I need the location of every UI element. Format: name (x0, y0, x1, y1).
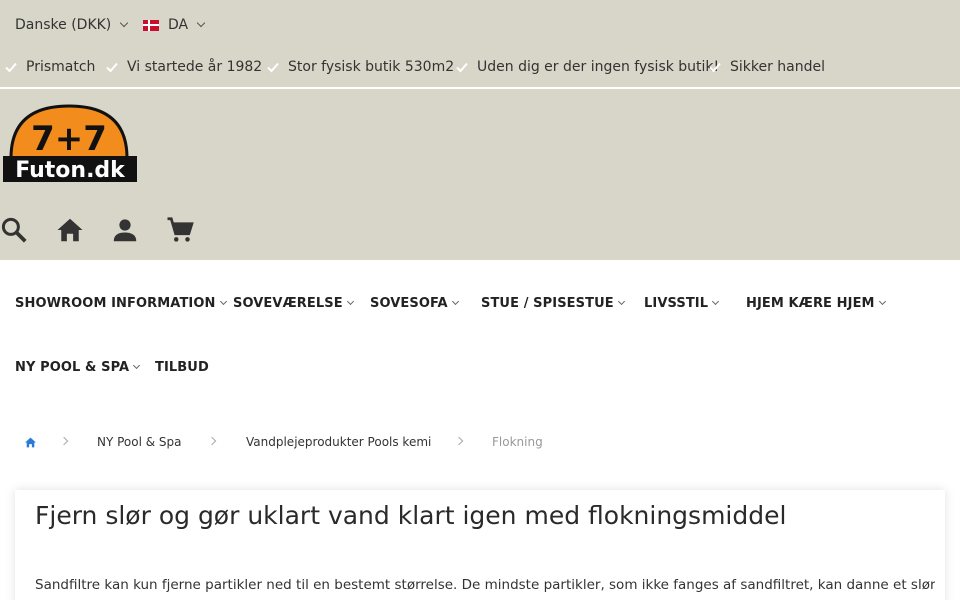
chevron-right-icon (454, 436, 464, 446)
nav-label: NY POOL & SPA (15, 359, 130, 375)
home-icon (25, 437, 36, 447)
usp-bar: Prismatch Vi startede år 1982 Stor fysis… (0, 58, 960, 76)
account-button[interactable] (108, 213, 142, 247)
nav-label: SOVEVÆRELSE (233, 295, 343, 311)
currency-label: Danske (DKK) (15, 17, 112, 33)
usp-label: Prismatch (26, 59, 96, 75)
chevron-down-icon (219, 297, 227, 306)
svg-text:7+7: 7+7 (31, 119, 107, 159)
breadcrumb-item[interactable]: NY Pool & Spa (97, 432, 182, 452)
account-icon (113, 219, 137, 242)
chevron-right-icon (207, 436, 217, 446)
chevron-right-icon (59, 436, 69, 446)
usp-label: Sikker handel (730, 59, 826, 75)
breadcrumb-current: Flokning (492, 435, 543, 449)
usp-item: Stor fysisk butik 530m2 (266, 58, 454, 76)
futon-logo-icon: 7+7 Futon.dk (3, 104, 137, 183)
nav-item-showroom-information[interactable]: SHOWROOM INFORMATION (15, 293, 227, 313)
usp-item: Prismatch (4, 58, 95, 76)
chevron-down-icon (346, 297, 354, 306)
nav-label: LIVSSTIL (644, 295, 709, 311)
nav-item-ny-pool-spa[interactable]: NY POOL & SPA (15, 357, 141, 377)
header-divider (0, 87, 960, 89)
language-label: DA (168, 17, 189, 33)
cart-icon (167, 217, 194, 242)
nav-item-sovesofa[interactable]: SOVESOFA (370, 293, 459, 313)
usp-item: Sikker handel (708, 58, 825, 76)
search-icon (1, 217, 27, 243)
chevron-down-icon (712, 297, 720, 306)
svg-text:Futon.dk: Futon.dk (15, 158, 126, 182)
top-header: Danske (DKK) DA Prismatch Vi startede år… (0, 0, 960, 260)
intro-paragraph: Sandfiltre kan kun fjerne partikler ned … (35, 577, 935, 593)
currency-selector[interactable]: Danske (DKK) (15, 16, 129, 34)
nav-label: SOVESOFA (370, 295, 448, 311)
breadcrumb-home[interactable] (24, 432, 37, 452)
nav-label: STUE / SPISESTUE (481, 295, 614, 311)
site-logo[interactable]: 7+7 Futon.dk (3, 102, 137, 183)
danish-flag-icon (143, 19, 159, 31)
chevron-down-icon (196, 18, 206, 28)
check-icon (456, 62, 468, 73)
page-title: Fjern slør og gør uklart vand klart igen… (35, 501, 787, 530)
nav-item-stue-spisestue[interactable]: STUE / SPISESTUE (481, 293, 625, 313)
check-icon (106, 62, 118, 73)
nav-item-sovevaerelse[interactable]: SOVEVÆRELSE (233, 293, 354, 313)
check-icon (267, 62, 279, 73)
chevron-down-icon (617, 297, 625, 306)
home-icon (57, 218, 83, 242)
cart-button[interactable] (163, 213, 197, 247)
nav-label: HJEM KÆRE HJEM (746, 295, 875, 311)
content-card: Fjern slør og gør uklart vand klart igen… (15, 490, 945, 600)
nav-item-tilbud[interactable]: TILBUD (155, 357, 209, 377)
breadcrumb-item[interactable]: Vandplejeprodukter Pools kemi (246, 432, 431, 452)
nav-label: TILBUD (155, 359, 209, 375)
breadcrumb: NY Pool & Spa Vandplejeprodukter Pools k… (0, 432, 960, 452)
usp-label: Uden dig er der ingen fysisk butik! (477, 59, 720, 75)
home-button[interactable] (53, 213, 87, 247)
chevron-down-icon (451, 297, 459, 306)
usp-label: Vi startede år 1982 (127, 59, 263, 75)
check-icon (709, 62, 721, 73)
nav-item-hjem-kaere-hjem[interactable]: HJEM KÆRE HJEM (746, 293, 886, 313)
check-icon (5, 62, 17, 73)
nav-label: SHOWROOM INFORMATION (15, 295, 216, 311)
chevron-down-icon (133, 361, 141, 370)
search-button[interactable] (0, 213, 31, 247)
nav-item-livsstil[interactable]: LIVSSTIL (644, 293, 720, 313)
chevron-down-icon (120, 18, 129, 28)
usp-item: Uden dig er der ingen fysisk butik! (455, 58, 719, 76)
language-selector[interactable]: DA (143, 16, 206, 34)
usp-item: Vi startede år 1982 (105, 58, 262, 76)
chevron-down-icon (878, 297, 886, 306)
usp-label: Stor fysisk butik 530m2 (288, 59, 455, 75)
